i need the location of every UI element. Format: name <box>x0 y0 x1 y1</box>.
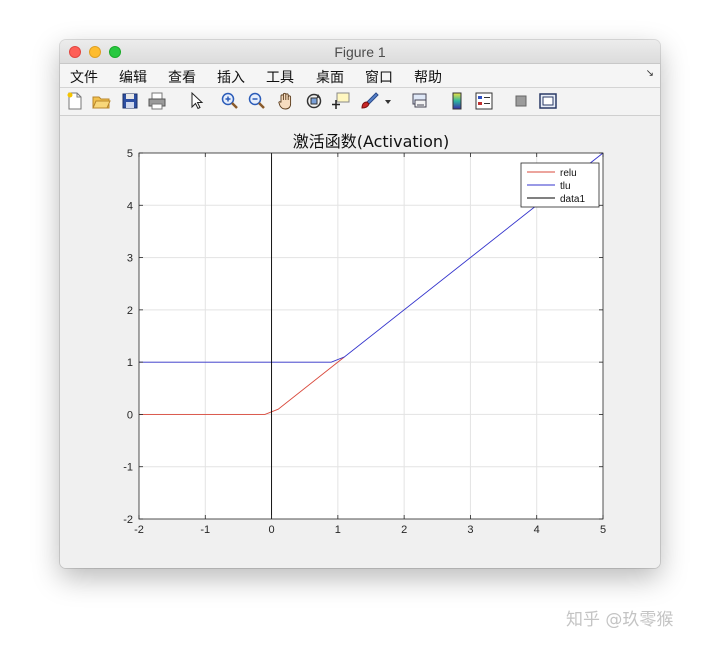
pointer-icon[interactable] <box>186 91 206 111</box>
y-tick-label-0: -2 <box>123 514 133 526</box>
y-tick-label-3: 1 <box>127 357 133 369</box>
menu-file[interactable]: 文件 <box>70 67 98 87</box>
y-tick-label-6: 4 <box>127 200 133 212</box>
link-plot-icon[interactable] <box>410 91 430 111</box>
legend-icon[interactable] <box>474 91 494 111</box>
toolbar <box>60 88 660 116</box>
menu-desktop[interactable]: 桌面 <box>316 67 344 87</box>
y-tick-label-2: 0 <box>127 409 133 421</box>
x-tick-label-0: -2 <box>134 524 144 536</box>
menu-window[interactable]: 窗口 <box>365 67 393 87</box>
print-icon[interactable] <box>147 91 167 111</box>
legend-label-1: tlu <box>560 181 571 192</box>
y-tick-label-4: 2 <box>127 305 133 317</box>
show-tools-icon[interactable] <box>538 91 558 111</box>
x-tick-label-7: 5 <box>600 524 606 536</box>
menu-view[interactable]: 查看 <box>168 67 196 87</box>
window-title: Figure 1 <box>334 44 386 60</box>
plot-area: -2 -1 0 1 2 3 4 5 -2 -1 0 1 2 3 4 5 激活函数(Activation) relu… <box>60 116 660 568</box>
x-tick-label-6: 4 <box>534 524 540 536</box>
menu-tools[interactable]: 工具 <box>266 67 294 87</box>
legend-label-0: relu <box>560 168 577 179</box>
x-tick-label-1: -1 <box>200 524 210 536</box>
save-icon[interactable] <box>120 91 140 111</box>
brush-icon[interactable] <box>359 91 379 111</box>
menu-edit[interactable]: 编辑 <box>119 67 147 87</box>
dropdown-icon[interactable] <box>382 91 394 111</box>
hide-tools-icon[interactable] <box>511 91 531 111</box>
y-tick-label-7: 5 <box>127 148 133 160</box>
data-cursor-icon[interactable] <box>332 91 352 111</box>
pan-hand-icon[interactable] <box>276 91 296 111</box>
rotate-3d-icon[interactable] <box>304 91 324 111</box>
menu-help[interactable]: 帮助 <box>414 67 442 87</box>
zoom-in-icon[interactable] <box>220 91 240 111</box>
y-tick-label-1: -1 <box>123 462 133 474</box>
chart-title: 激活函数(Activation) <box>293 132 450 151</box>
menu-bar: 文件 编辑 查看 插入 工具 桌面 窗口 帮助 ↘ <box>60 64 660 88</box>
legend-label-2: data1 <box>560 194 585 205</box>
open-file-icon[interactable] <box>91 91 111 111</box>
new-figure-icon[interactable] <box>65 91 85 111</box>
menu-overflow-icon[interactable]: ↘ <box>646 68 654 79</box>
colorbar-icon[interactable] <box>447 91 467 111</box>
zoom-out-icon[interactable] <box>247 91 267 111</box>
x-tick-label-3: 1 <box>335 524 341 536</box>
menu-insert[interactable]: 插入 <box>217 67 245 87</box>
title-bar: Figure 1 <box>60 40 660 64</box>
figure-window: Figure 1 文件 编辑 查看 插入 工具 桌面 窗口 帮助 ↘ -2 -1… <box>60 40 660 568</box>
watermark: 知乎 @玖零猴 <box>566 610 674 630</box>
x-tick-label-4: 2 <box>401 524 407 536</box>
x-tick-label-5: 3 <box>467 524 473 536</box>
activation-chart[interactable]: -2 -1 0 1 2 3 4 5 -2 -1 0 1 2 3 4 5 激活函数(Activation) relu… <box>60 116 660 568</box>
y-tick-label-5: 3 <box>127 253 133 265</box>
x-tick-label-2: 0 <box>269 524 275 536</box>
